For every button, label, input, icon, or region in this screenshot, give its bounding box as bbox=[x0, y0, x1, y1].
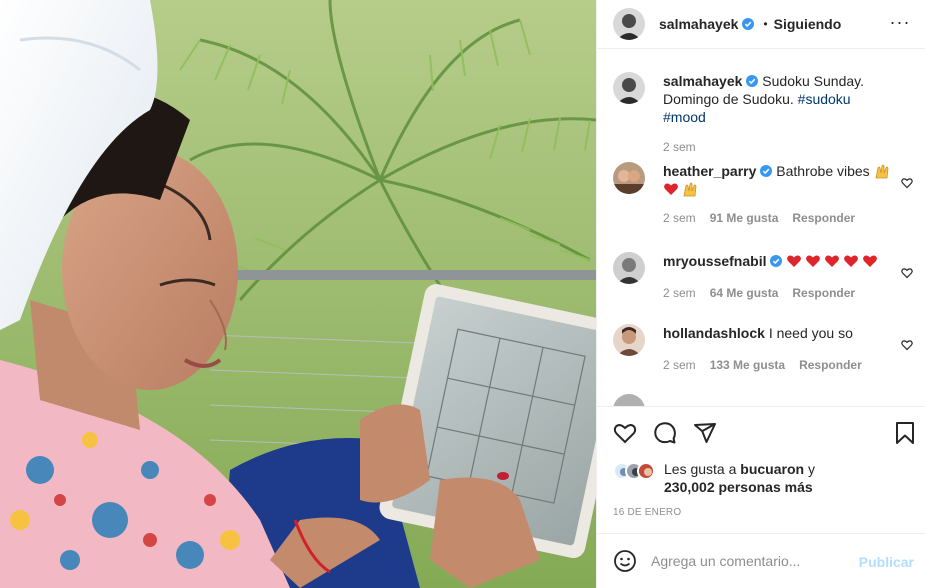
heart-emoji-icon bbox=[786, 253, 802, 269]
verified-badge-icon bbox=[770, 255, 783, 267]
comment-author[interactable]: hollandashlock bbox=[663, 325, 765, 341]
comment-likes[interactable]: 91 Me gusta bbox=[710, 211, 779, 225]
comment-input[interactable] bbox=[651, 553, 851, 569]
add-comment-bar: Publicar bbox=[597, 533, 925, 588]
likes-prefix: Les gusta a bbox=[664, 461, 737, 477]
comment-likes[interactable]: 64 Me gusta bbox=[710, 286, 779, 300]
like-comment-heart-icon[interactable] bbox=[901, 338, 913, 351]
comment-text: Bathrobe vibes bbox=[776, 163, 870, 179]
likes-text: Les gusta a bucuaron y 230,002 personas … bbox=[664, 460, 815, 496]
comment-author[interactable]: heather_parry bbox=[663, 163, 756, 179]
publish-button[interactable]: Publicar bbox=[859, 554, 914, 570]
author-username[interactable]: salmahayek bbox=[659, 16, 738, 32]
reply-button[interactable]: Responder bbox=[792, 211, 855, 225]
comment-author[interactable]: mryoussefnabil bbox=[663, 253, 766, 269]
heart-emoji-icon bbox=[824, 253, 840, 269]
paper-plane-icon[interactable] bbox=[693, 421, 717, 445]
reply-button[interactable]: Responder bbox=[799, 358, 862, 372]
caption-author[interactable]: salmahayek bbox=[663, 73, 742, 89]
likes-count[interactable]: 230,002 personas más bbox=[664, 479, 813, 495]
comment-likes[interactable]: 133 Me gusta bbox=[710, 358, 785, 372]
comment-item-partial bbox=[613, 394, 913, 406]
comment-item: heather_parry Bathrobe vibes 2 sem 91 Me… bbox=[613, 162, 913, 225]
post-photo[interactable] bbox=[0, 0, 596, 588]
heart-emoji-icon bbox=[862, 253, 878, 269]
verified-badge-icon bbox=[760, 165, 773, 177]
comment-time[interactable]: 2 sem bbox=[663, 358, 696, 372]
emoji-smiley-icon[interactable] bbox=[613, 549, 637, 573]
raising-hands-icon bbox=[682, 181, 698, 197]
heart-emoji-icon bbox=[663, 181, 679, 197]
hashtag-link[interactable]: #mood bbox=[663, 109, 706, 125]
post-image bbox=[0, 0, 596, 588]
like-comment-heart-icon[interactable] bbox=[901, 266, 913, 279]
hashtag-link[interactable]: #sudoku bbox=[798, 91, 851, 107]
verified-badge-icon bbox=[746, 75, 759, 87]
comment-item: mryoussefnabil 2 sem 64 Me gusta Respond… bbox=[613, 252, 913, 300]
following-button[interactable]: Siguiendo bbox=[774, 16, 842, 32]
comment-time[interactable]: 2 sem bbox=[663, 211, 696, 225]
heart-emoji-icon bbox=[843, 253, 859, 269]
comment-icon[interactable] bbox=[653, 421, 677, 445]
post-panel: salmahayek • Siguiendo ··· salmahayek Su… bbox=[596, 0, 925, 588]
post-date[interactable]: 16 DE ENERO bbox=[613, 507, 681, 518]
action-bar: Les gusta a bucuaron y 230,002 personas … bbox=[597, 406, 925, 530]
caption: salmahayek Sudoku Sunday. Domingo de Sud… bbox=[613, 72, 913, 154]
bookmark-icon[interactable] bbox=[893, 421, 917, 445]
commenter-avatar[interactable] bbox=[613, 252, 645, 284]
likes-summary: Les gusta a bucuaron y 230,002 personas … bbox=[613, 460, 815, 496]
separator-dot: • bbox=[763, 17, 768, 31]
raising-hands-icon bbox=[874, 163, 890, 179]
heart-emoji-icon bbox=[805, 253, 821, 269]
liker-username[interactable]: bucuaron bbox=[740, 461, 804, 477]
liker-avatar[interactable] bbox=[637, 462, 655, 480]
caption-time[interactable]: 2 sem bbox=[663, 140, 696, 154]
comment-time[interactable]: 2 sem bbox=[663, 286, 696, 300]
heart-icon[interactable] bbox=[613, 421, 637, 445]
verified-badge-icon bbox=[742, 18, 755, 30]
comment-text: I need you so bbox=[768, 325, 853, 341]
author-avatar[interactable] bbox=[613, 72, 645, 104]
commenter-avatar[interactable] bbox=[613, 324, 645, 356]
like-comment-heart-icon[interactable] bbox=[901, 176, 913, 189]
more-options-icon[interactable]: ··· bbox=[890, 12, 910, 32]
reply-button[interactable]: Responder bbox=[792, 286, 855, 300]
author-avatar[interactable] bbox=[613, 8, 645, 40]
likes-conjunction: y bbox=[807, 461, 815, 477]
commenter-avatar[interactable] bbox=[613, 394, 645, 406]
post-header: salmahayek • Siguiendo ··· bbox=[597, 0, 925, 49]
comments-list[interactable]: salmahayek Sudoku Sunday. Domingo de Sud… bbox=[597, 50, 925, 406]
comment-item: hollandashlock I need you so 2 sem 133 M… bbox=[613, 324, 913, 372]
commenter-avatar[interactable] bbox=[613, 162, 645, 194]
